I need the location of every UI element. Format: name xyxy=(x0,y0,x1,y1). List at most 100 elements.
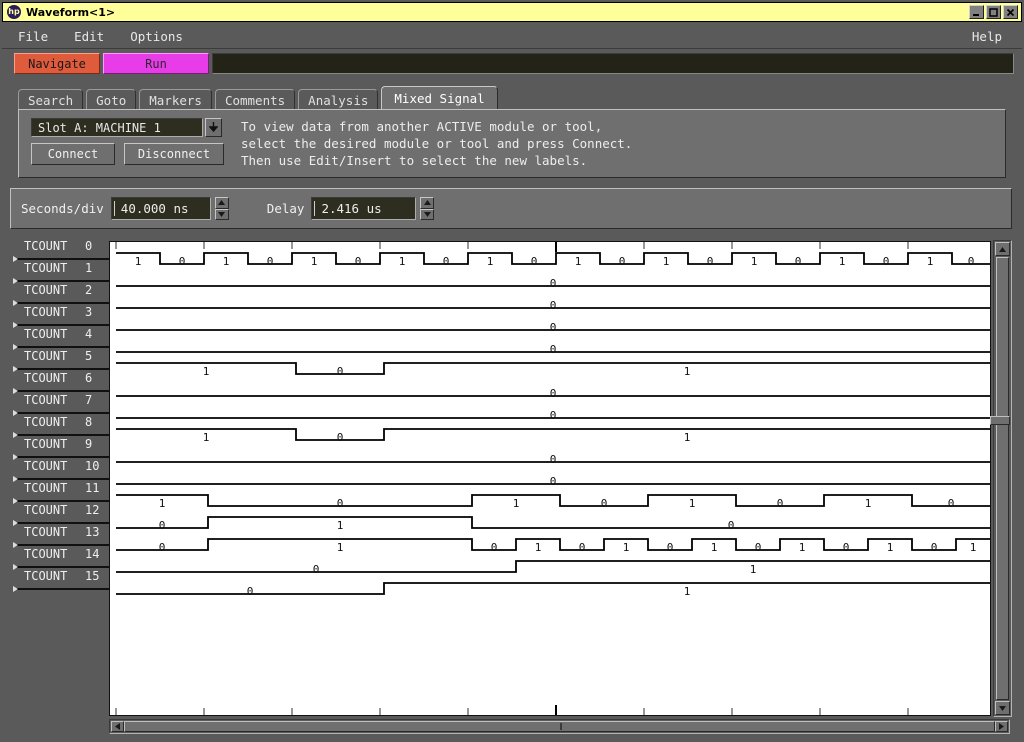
waveform-label-row[interactable]: TCOUNT 14 xyxy=(10,546,110,570)
connect-button[interactable]: Connect xyxy=(31,143,115,165)
waveform-value-label: 0 xyxy=(491,541,498,554)
horizontal-scrollbar[interactable] xyxy=(109,719,1010,734)
slot-select-value[interactable]: Slot A: MACHINE 1 xyxy=(31,118,203,137)
scroll-right-icon[interactable] xyxy=(995,721,1008,732)
vertical-scrollbar[interactable] xyxy=(993,240,1012,717)
tab-comments[interactable]: Comments xyxy=(214,89,296,110)
waveform-trace-row: 01 xyxy=(116,582,990,598)
waveform-label-row[interactable]: TCOUNT 1 xyxy=(10,260,110,284)
maximize-icon[interactable] xyxy=(986,5,1001,19)
seconds-per-div-value: 40.000 ns xyxy=(120,201,189,216)
scroll-left-icon[interactable] xyxy=(111,721,124,732)
horizontal-scroll-thumb[interactable] xyxy=(124,721,995,732)
waveform-value-label: 1 xyxy=(684,365,691,378)
waveform-value-label: 0 xyxy=(667,541,674,554)
minimize-icon[interactable] xyxy=(969,5,984,19)
waveform-label-row[interactable]: TCOUNT 8 xyxy=(10,414,110,438)
waveform-label-arrow-icon[interactable] xyxy=(13,586,18,592)
run-button[interactable]: Run xyxy=(103,53,209,74)
navigate-button[interactable]: Navigate xyxy=(14,53,100,74)
waveform-trace-row: 0 xyxy=(116,343,990,356)
waveform-label-row[interactable]: TCOUNT 6 xyxy=(10,370,110,394)
waveform-label-row[interactable]: TCOUNT 0 xyxy=(10,238,110,262)
hp-logo-icon: hp xyxy=(7,5,21,19)
waveform-label-row[interactable]: TCOUNT 7 xyxy=(10,392,110,416)
vertical-scroll-thumb[interactable] xyxy=(996,257,1009,700)
tab-analysis[interactable]: Analysis xyxy=(298,89,379,110)
delay-input[interactable]: 2.416 us xyxy=(311,197,417,220)
waveform-label-row[interactable]: TCOUNT 2 xyxy=(10,282,110,306)
waveform-trace-row: 0 1 0 1 0 1 0 1 0 1 0 1 0 1 xyxy=(116,538,990,554)
waveform-value-label: 0 xyxy=(313,563,320,576)
menu-item-help[interactable]: Help xyxy=(972,29,1002,44)
waveform-label-row[interactable]: TCOUNT 12 xyxy=(10,502,110,526)
tab-goto[interactable]: Goto xyxy=(86,89,137,110)
waveform-trace-row: 0 1 0 xyxy=(116,516,990,532)
waveform-value-label: 0 xyxy=(550,343,557,356)
tab-markers[interactable]: Markers xyxy=(139,89,212,110)
waveform-value-label: 1 xyxy=(487,255,494,268)
scroll-down-icon[interactable] xyxy=(995,701,1010,715)
waveform-label-name: TCOUNT xyxy=(24,393,68,407)
waveform-value-label: 0 xyxy=(550,321,557,334)
waveform-label-index: 1 xyxy=(85,261,93,275)
pane-resize-handle[interactable] xyxy=(990,416,1010,425)
menu-item-file[interactable]: File xyxy=(8,28,58,45)
waveform-value-label: 1 xyxy=(750,563,757,576)
waveform-value-label: 1 xyxy=(159,497,166,510)
seconds-per-div-stepper[interactable] xyxy=(214,197,229,220)
waveform-value-label: 1 xyxy=(623,541,630,554)
waveform-value-label: 0 xyxy=(931,541,938,554)
delay-stepper-down-icon[interactable] xyxy=(420,208,435,220)
waveform-label-index: 10 xyxy=(85,459,100,473)
disconnect-button[interactable]: Disconnect xyxy=(124,143,224,165)
waveform-label-row[interactable]: TCOUNT 11 xyxy=(10,480,110,504)
delay-stepper-up-icon[interactable] xyxy=(420,197,435,209)
stepper-up-icon[interactable] xyxy=(214,197,229,209)
waveform-label-row[interactable]: TCOUNT 9 xyxy=(10,436,110,460)
waveform-value-label: 0 xyxy=(948,497,955,510)
waveform-label-row[interactable]: TCOUNT 10 xyxy=(10,458,110,482)
waveform-value-label: 1 xyxy=(684,585,691,598)
waveform-label-row[interactable]: TCOUNT 5 xyxy=(10,348,110,372)
waveform-value-label: 1 xyxy=(203,431,210,444)
waveform-label-index: 6 xyxy=(85,371,93,385)
waveform-value-label: 0 xyxy=(550,277,557,290)
waveform-path xyxy=(116,538,990,551)
waveform-window: hp Waveform<1> File Edit Options Help Na… xyxy=(0,0,1024,742)
chevron-down-icon[interactable] xyxy=(205,118,222,137)
waveform-value-label: 0 xyxy=(159,541,166,554)
waveform-label-name: TCOUNT xyxy=(24,459,68,473)
menu-item-edit[interactable]: Edit xyxy=(64,28,114,45)
waveform-traces: 1 0 1 0 1 0 1 0 1 0 1 0 1 0 1 0 1 0 1 000001 0 1001 0 1001 0 1 0 1 0… xyxy=(115,242,990,715)
tab-mixed-signal[interactable]: Mixed Signal xyxy=(381,86,498,110)
waveform-label-row[interactable]: TCOUNT 15 xyxy=(10,568,110,592)
delay-value: 2.416 us xyxy=(321,201,382,216)
waveform-value-label: 0 xyxy=(337,431,344,444)
waveform-value-label: 0 xyxy=(843,541,850,554)
delay-stepper[interactable] xyxy=(420,197,435,220)
waveform-label-name: TCOUNT xyxy=(24,239,68,253)
waveform-label-row[interactable]: TCOUNT 3 xyxy=(10,304,110,328)
stepper-down-icon[interactable] xyxy=(214,208,229,220)
scroll-up-icon[interactable] xyxy=(995,242,1010,256)
waveform-plot[interactable]: 1010101010101010101000001010010100101010… xyxy=(109,241,991,716)
waveform-trace-row: 1 0 1 0 1 0 1 0 xyxy=(116,494,990,510)
waveform-value-label: 0 xyxy=(443,255,450,268)
waveform-label-row[interactable]: TCOUNT 13 xyxy=(10,524,110,548)
text-caret xyxy=(113,201,115,216)
waveform-area: TCOUNT 0 TCOUNT 1 TCOUNT 2 TCOUNT 3 TCOUNT 4 TCOUN… xyxy=(10,238,1012,734)
waveform-label-row[interactable]: TCOUNT 4 xyxy=(10,326,110,350)
waveform-value-label: 1 xyxy=(337,541,344,554)
waveform-value-label: 1 xyxy=(575,255,582,268)
waveform-label-name: TCOUNT xyxy=(24,525,68,539)
scroll-thumb-mark xyxy=(559,723,562,730)
menu-item-options[interactable]: Options xyxy=(120,28,193,45)
seconds-per-div-input[interactable]: 40.000 ns xyxy=(110,197,211,220)
menu-bar: File Edit Options Help xyxy=(2,24,1022,49)
close-icon[interactable] xyxy=(1003,5,1018,19)
waveform-value-label: 0 xyxy=(267,255,274,268)
waveform-trace-row: 0 xyxy=(116,453,990,466)
waveform-value-label: 0 xyxy=(355,255,362,268)
tab-search[interactable]: Search xyxy=(18,89,84,110)
